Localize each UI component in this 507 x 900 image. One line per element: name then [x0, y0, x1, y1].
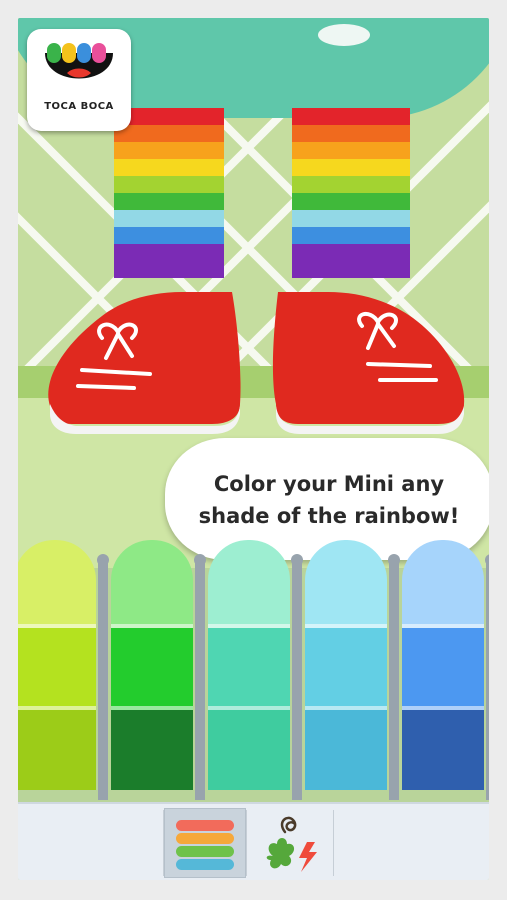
bubble-text: Color your Mini any shade of the rainbow… [165, 468, 489, 532]
sock-stripe [292, 244, 410, 278]
app-screen: Color your Mini any shade of the rainbow… [18, 18, 489, 880]
sock-stripe [292, 125, 410, 142]
color-swatch-column [111, 540, 193, 802]
sock-stripe [292, 159, 410, 176]
pattern-stickers-tool[interactable] [247, 808, 333, 878]
bubble-line-1: Color your Mini any [213, 472, 445, 496]
palette-divider [97, 554, 109, 800]
device-frame: Color your Mini any shade of the rainbow… [0, 0, 507, 900]
left-sock[interactable] [114, 108, 224, 293]
color-swatch[interactable] [208, 710, 290, 790]
color-swatch[interactable] [402, 710, 484, 790]
empty-tool-slot[interactable] [334, 808, 489, 878]
sock-stripe [114, 210, 224, 227]
color-stripes-icon [176, 820, 234, 870]
sock-stripe [114, 142, 224, 159]
sock-stripe [114, 244, 224, 278]
sock-stripe [292, 210, 410, 227]
color-swatch[interactable] [18, 628, 96, 710]
color-palette [18, 540, 489, 802]
palette-divider [388, 554, 400, 800]
character-body-spot [318, 24, 370, 46]
color-swatch[interactable] [111, 540, 193, 628]
sock-stripe [292, 193, 410, 210]
sock-stripe [292, 108, 410, 125]
right-sock[interactable] [292, 108, 410, 293]
color-swatch[interactable] [208, 628, 290, 710]
color-swatch[interactable] [111, 710, 193, 790]
toca-boca-mouth-icon [45, 43, 113, 79]
color-swatch-column [208, 540, 290, 802]
sock-stripe [292, 176, 410, 193]
sock-stripe [114, 193, 224, 210]
color-swatch[interactable] [305, 628, 387, 710]
sock-stripe [292, 142, 410, 159]
palette-divider [291, 554, 303, 800]
palette-divider [194, 554, 206, 800]
color-swatch-column [402, 540, 484, 802]
palette-divider [485, 554, 489, 800]
left-shoe[interactable] [32, 286, 247, 436]
color-swatch-column [305, 540, 387, 802]
color-swatch-column [18, 540, 96, 802]
sock-stripe [292, 227, 410, 244]
color-swatch[interactable] [402, 628, 484, 710]
color-swatch[interactable] [402, 540, 484, 628]
color-swatch[interactable] [305, 710, 387, 790]
blank-tool-slot[interactable] [18, 808, 163, 878]
bubble-line-2: shade of the rainbow! [198, 504, 460, 528]
sock-stripe [114, 125, 224, 142]
logo-text: TOCA BOCA [44, 101, 114, 112]
pattern-stickers-icon [266, 816, 317, 872]
sock-stripe [114, 227, 224, 244]
color-swatch[interactable] [18, 540, 96, 628]
tool-bar [18, 802, 489, 880]
color-swatch[interactable] [305, 540, 387, 628]
sock-stripe [114, 176, 224, 193]
right-shoe[interactable] [268, 286, 478, 436]
sock-stripe [114, 159, 224, 176]
color-swatch[interactable] [208, 540, 290, 628]
color-stripes-tool[interactable] [164, 808, 246, 878]
toca-boca-logo[interactable]: TOCA BOCA [27, 29, 131, 131]
color-swatch[interactable] [18, 710, 96, 790]
color-swatch[interactable] [111, 628, 193, 710]
